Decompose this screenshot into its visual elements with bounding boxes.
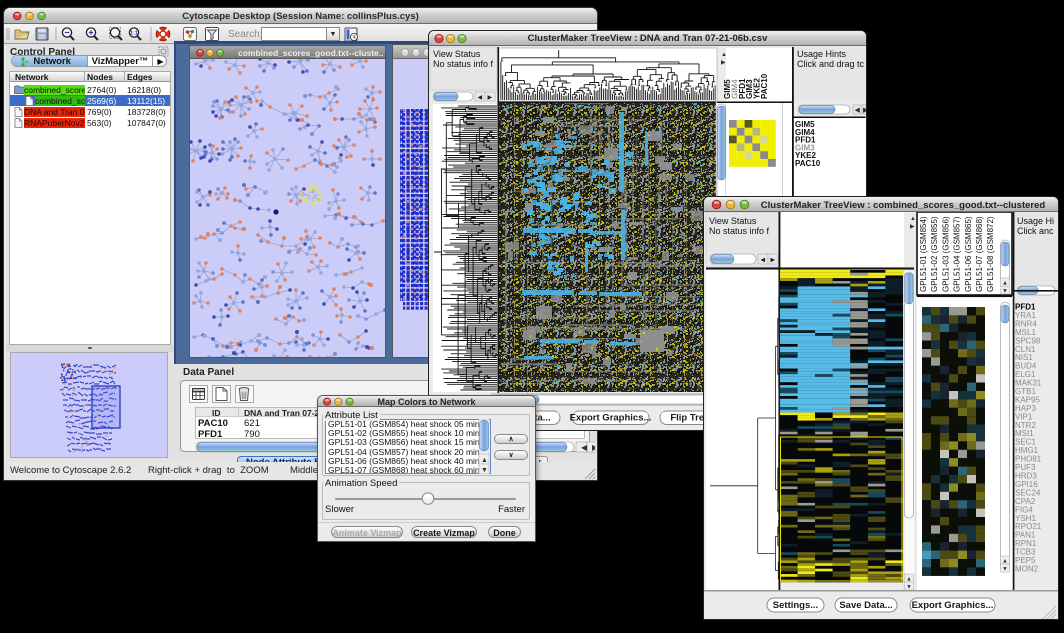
svg-text:▲: ▲ (1002, 559, 1008, 565)
svg-text:1:1: 1:1 (130, 31, 138, 37)
svg-text:▶: ▶ (592, 443, 595, 452)
svg-text:▶: ▶ (488, 95, 493, 101)
svg-text:▶: ▶ (771, 258, 776, 264)
svg-text:View Status: View Status (709, 216, 757, 226)
svg-text:▲: ▲ (910, 216, 916, 222)
svg-text:Usage Hi: Usage Hi (1017, 216, 1054, 226)
svg-text:▲: ▲ (481, 457, 488, 464)
svg-text:No status info f: No status info f (433, 59, 494, 69)
svg-text:◀: ◀ (581, 443, 588, 452)
svg-text:GPL51-06 (GSM865): GPL51-06 (GSM865) (964, 216, 973, 292)
svg-text:Search:: Search: (228, 29, 262, 40)
svg-text:Save Data...: Save Data... (839, 600, 892, 611)
svg-text:MON2: MON2 (1015, 564, 1039, 573)
svg-text:Usage Hints: Usage Hints (797, 49, 847, 59)
svg-text:Click anc: Click anc (1017, 226, 1054, 236)
svg-text:▲: ▲ (1002, 281, 1008, 287)
svg-text:No status info f: No status info f (709, 226, 770, 236)
svg-text:Click and drag tc: Click and drag tc (797, 59, 865, 69)
svg-text:GPL51-04 (GSM857): GPL51-04 (GSM857) (953, 216, 962, 292)
svg-text:◀: ◀ (855, 107, 861, 114)
svg-text:▼: ▼ (1002, 567, 1008, 573)
svg-text:◀: ◀ (761, 258, 766, 264)
svg-text:PAC10: PAC10 (795, 159, 821, 168)
svg-text:▶: ▶ (910, 224, 915, 230)
svg-text:View Status: View Status (433, 49, 481, 59)
svg-text:GPL51-02 (GSM855): GPL51-02 (GSM855) (930, 216, 939, 292)
svg-text:▼: ▼ (481, 467, 488, 474)
svg-text:PAC10: PAC10 (760, 73, 769, 99)
svg-text:GPL51-08 (GSM872): GPL51-08 (GSM872) (986, 216, 995, 292)
svg-text:▼: ▼ (1002, 289, 1008, 295)
svg-text:GPL51-01 (GSM854): GPL51-01 (GSM854) (919, 216, 928, 292)
svg-text:◀: ◀ (478, 95, 483, 101)
svg-text:▶: ▶ (863, 107, 866, 114)
svg-text:GPL51-07 (GSM868): GPL51-07 (GSM868) (975, 216, 984, 292)
svg-text:Export Graphics...: Export Graphics... (912, 600, 994, 611)
svg-text:GPL51-03 (GSM856): GPL51-03 (GSM856) (941, 216, 950, 292)
svg-text:▼: ▼ (906, 585, 912, 591)
svg-text:▲: ▲ (906, 577, 912, 583)
svg-text:▶: ▶ (721, 60, 726, 66)
svg-text:Settings...: Settings... (773, 600, 818, 611)
svg-text:Export Graphics...: Export Graphics... (570, 413, 652, 424)
